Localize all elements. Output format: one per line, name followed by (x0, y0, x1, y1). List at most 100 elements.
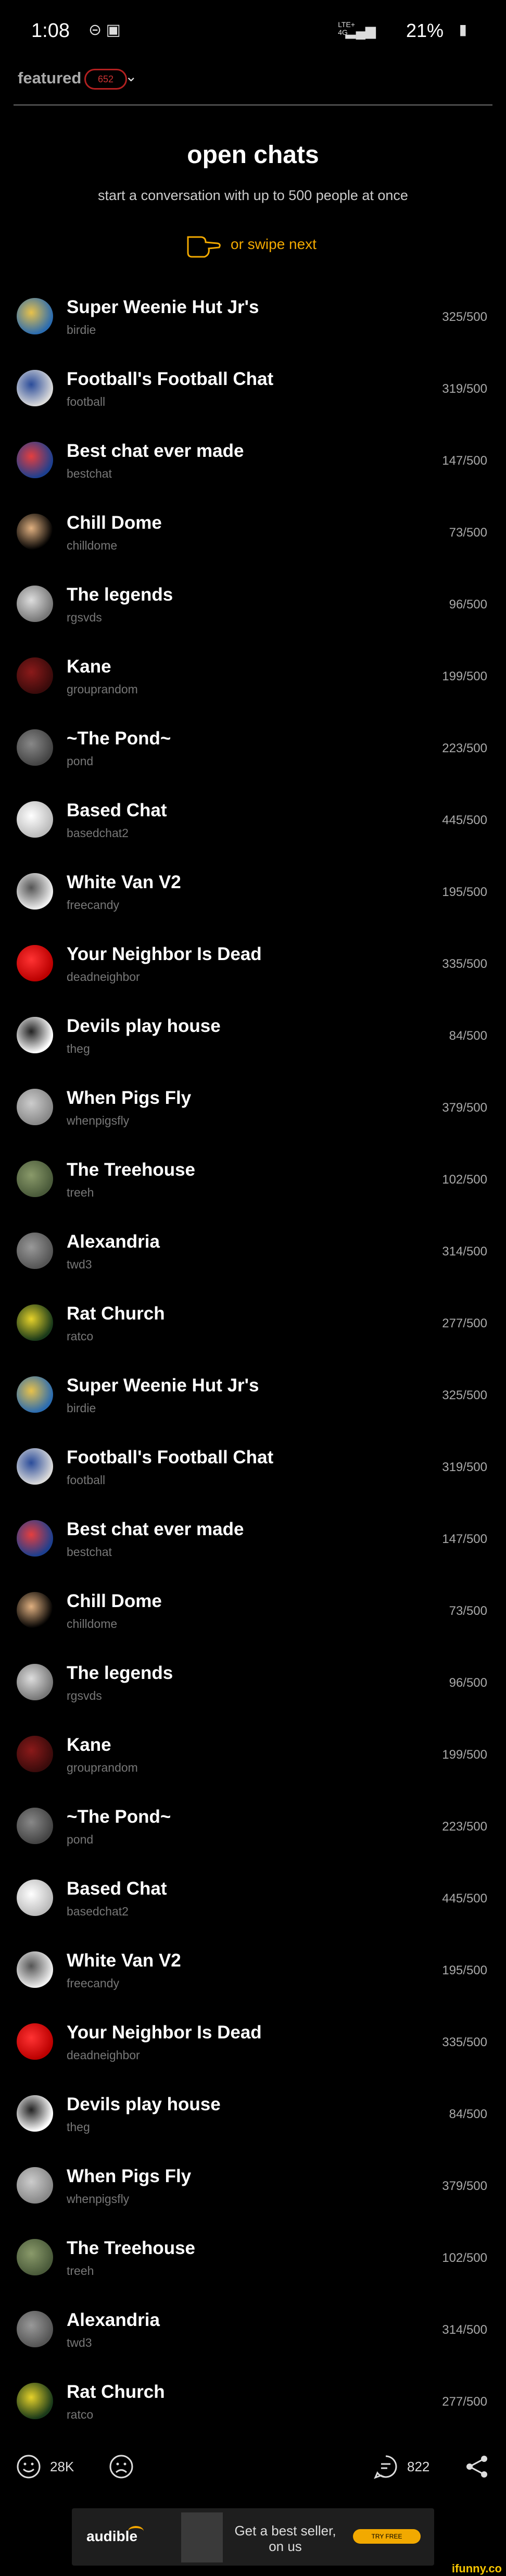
chat-member-count: 147/500 (442, 1532, 487, 1546)
chat-member-count: 102/500 (442, 1173, 487, 1187)
featured-dropdown-label[interactable]: featured (18, 69, 81, 88)
chat-avatar (17, 442, 53, 478)
chat-avatar (17, 1736, 53, 1772)
chat-avatar (17, 1448, 53, 1485)
chat-row[interactable]: The Treehouse treeh 102/500 (0, 1144, 506, 1216)
chat-row[interactable]: Chill Dome chilldome 73/500 (0, 1575, 506, 1647)
chat-row[interactable]: ~The Pond~ pond 223/500 (0, 1791, 506, 1863)
chat-row[interactable]: Kane grouprandom 199/500 (0, 641, 506, 713)
page-subtitle: start a conversation with up to 500 peop… (98, 188, 408, 203)
chat-slug: pond (67, 1833, 94, 1846)
chat-row[interactable]: When Pigs Fly whenpigsfly 379/500 (0, 2150, 506, 2222)
chat-row[interactable]: Super Weenie Hut Jr's birdie 325/500 (0, 1360, 506, 1432)
chat-row[interactable]: Best chat ever made bestchat 147/500 (0, 425, 506, 497)
chat-member-count: 277/500 (442, 1316, 487, 1330)
chat-row[interactable]: Rat Church ratco 277/500 (0, 2366, 506, 2438)
chat-row[interactable]: Devils play house theg 84/500 (0, 2079, 506, 2150)
chat-member-count: 445/500 (442, 1891, 487, 1906)
chat-row[interactable]: Chill Dome chilldome 73/500 (0, 497, 506, 569)
chat-slug: football (67, 395, 106, 408)
chevron-down-icon[interactable]: ⌄ (125, 68, 137, 85)
chat-slug: bestchat (67, 467, 112, 480)
chat-name: When Pigs Fly (67, 2166, 192, 2186)
chat-name: Kane (67, 656, 111, 677)
chat-slug: whenpigsfly (67, 1114, 130, 1127)
chat-row[interactable]: Devils play house theg 84/500 (0, 1000, 506, 1072)
ad-cta-button[interactable]: TRY FREE (353, 2529, 421, 2544)
ad-text-line2: on us (269, 2538, 302, 2554)
bottom-action-bar: 28K 822 (0, 2438, 506, 2495)
chat-name: Alexandria (67, 2310, 160, 2330)
swipe-hint-text: or swipe next (231, 236, 317, 252)
chat-member-count: 84/500 (449, 1029, 487, 1043)
chat-name: Football's Football Chat (67, 1447, 274, 1467)
chat-avatar (17, 945, 53, 981)
chat-member-count: 314/500 (442, 1245, 487, 1259)
chat-avatar (17, 1233, 53, 1269)
chat-member-count: 314/500 (442, 2323, 487, 2337)
chat-slug: basedchat2 (67, 1905, 129, 1918)
chat-row[interactable]: White Van V2 freecandy 195/500 (0, 1935, 506, 2007)
chat-name: Your Neighbor Is Dead (67, 2022, 262, 2043)
ad-banner[interactable]: audible Get a best seller, on us TRY FRE… (72, 2508, 434, 2566)
share-icon[interactable] (464, 2454, 490, 2480)
chat-row[interactable]: Alexandria twd3 314/500 (0, 2294, 506, 2366)
chat-name: Best chat ever made (67, 441, 244, 461)
chat-name: Best chat ever made (67, 1519, 244, 1539)
battery-level: 21% (406, 20, 444, 41)
chat-row[interactable]: The Treehouse treeh 102/500 (0, 2222, 506, 2294)
chat-avatar (17, 1161, 53, 1197)
chat-member-count: 147/500 (442, 454, 487, 468)
chat-member-count: 96/500 (449, 598, 487, 612)
chat-avatar (17, 370, 53, 406)
chat-name: Super Weenie Hut Jr's (67, 297, 259, 317)
chat-row[interactable]: Super Weenie Hut Jr's birdie 325/500 (0, 281, 506, 353)
chat-row[interactable]: Football's Football Chat football 319/500 (0, 1432, 506, 1503)
chat-row[interactable]: Based Chat basedchat2 445/500 (0, 785, 506, 856)
chat-avatar (17, 1376, 53, 1413)
chat-row[interactable]: Your Neighbor Is Dead deadneighbor 335/500 (0, 2007, 506, 2079)
chat-row[interactable]: Best chat ever made bestchat 147/500 (0, 1503, 506, 1575)
ad-text-line1: Get a best seller, (234, 2523, 336, 2538)
chat-row[interactable]: Based Chat basedchat2 445/500 (0, 1863, 506, 1935)
chat-row[interactable]: ~The Pond~ pond 223/500 (0, 713, 506, 785)
comment-icon[interactable] (373, 2454, 399, 2480)
chat-row[interactable]: The legends rgsvds 96/500 (0, 569, 506, 641)
chat-row[interactable]: Kane grouprandom 199/500 (0, 1719, 506, 1791)
unsmile-icon[interactable] (108, 2454, 134, 2480)
chat-slug: birdie (67, 323, 96, 337)
status-bar: 1:08 ⊝ ▣ LTE+ 4G ▂▄▆ 21% ▮ (0, 0, 506, 63)
chat-avatar (17, 1880, 53, 1916)
chat-name: The Treehouse (67, 1160, 196, 1180)
chat-slug: rgsvds (67, 1689, 102, 1702)
chat-name: White Van V2 (67, 872, 181, 892)
chat-member-count: 84/500 (449, 2107, 487, 2121)
chat-member-count: 379/500 (442, 2179, 487, 2193)
battery-icon: ▮ (459, 21, 467, 38)
chat-name: Devils play house (67, 1016, 221, 1036)
chat-row[interactable]: The legends rgsvds 96/500 (0, 1647, 506, 1719)
chat-name: Your Neighbor Is Dead (67, 944, 262, 964)
watermark: ifunny.co (447, 2562, 506, 2576)
chat-row[interactable]: Alexandria twd3 314/500 (0, 1216, 506, 1288)
chat-row[interactable]: Football's Football Chat football 319/500 (0, 353, 506, 425)
chat-slug: treeh (67, 1186, 94, 1199)
chat-row[interactable]: When Pigs Fly whenpigsfly 379/500 (0, 1072, 506, 1144)
chat-slug: deadneighbor (67, 2048, 140, 2062)
chat-avatar (17, 586, 53, 622)
chat-row[interactable]: Your Neighbor Is Dead deadneighbor 335/500 (0, 928, 506, 1000)
chat-member-count: 335/500 (442, 2035, 487, 2049)
chat-row[interactable]: Rat Church ratco 277/500 (0, 1288, 506, 1360)
chat-avatar (17, 298, 53, 334)
chat-slug: pond (67, 754, 94, 768)
chat-name: Based Chat (67, 1878, 167, 1899)
chat-slug: birdie (67, 1401, 96, 1415)
header: featured 652 ⌄ (0, 63, 506, 109)
chat-member-count: 445/500 (442, 813, 487, 827)
status-time: 1:08 (31, 20, 70, 42)
smile-icon[interactable] (16, 2454, 42, 2480)
chat-avatar (17, 2311, 53, 2347)
chat-slug: ratco (67, 1329, 94, 1343)
chat-member-count: 102/500 (442, 2251, 487, 2265)
chat-row[interactable]: White Van V2 freecandy 195/500 (0, 856, 506, 928)
